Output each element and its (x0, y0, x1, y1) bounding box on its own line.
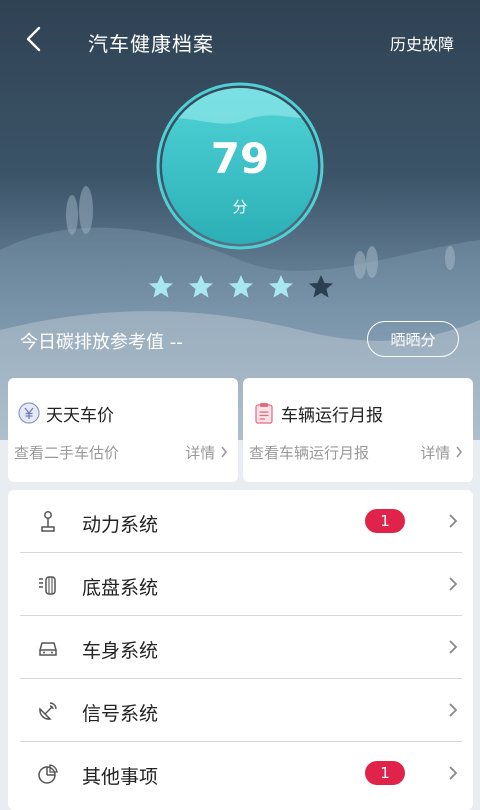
chevron-right-icon (449, 766, 458, 780)
status-bar (0, 0, 480, 14)
star-icon (309, 275, 333, 298)
clipboard-report-icon (255, 403, 273, 424)
star-icon (269, 275, 293, 298)
list-item-label: 信号系统 (82, 703, 159, 725)
chevron-right-icon (449, 640, 458, 654)
tire-icon (39, 576, 56, 595)
back-arrow-icon[interactable] (20, 24, 50, 54)
list-item-label: 其他事项 (82, 766, 159, 788)
count-badge: 1 (365, 509, 405, 533)
car-price-card[interactable]: 天天车价 查看二手车估价 详情 (8, 378, 238, 482)
star-icon (229, 275, 253, 298)
star-icon (189, 275, 213, 298)
card-title: 车辆运行月报 (281, 406, 383, 426)
card-detail-link[interactable]: 详情 (185, 442, 228, 463)
card-detail-link[interactable]: 详情 (420, 442, 463, 463)
chevron-right-icon (456, 446, 463, 458)
chevron-right-icon (449, 577, 458, 591)
systems-list: 动力系统 1 底盘系统 车身系统 信号系统 其他事项 1 (8, 490, 473, 810)
pie-chart-icon (38, 764, 58, 784)
car-body-icon (39, 642, 57, 656)
monthly-report-card[interactable]: 车辆运行月报 查看车辆运行月报 详情 (243, 378, 473, 482)
list-item-label: 车身系统 (82, 640, 159, 662)
history-faults-link[interactable]: 历史故障 (390, 31, 454, 55)
rating-stars (149, 275, 333, 298)
list-item-chassis-system[interactable]: 底盘系统 (8, 553, 473, 615)
top-bar: 汽车健康档案 历史故障 (0, 14, 480, 66)
detail-label: 详情 (185, 444, 216, 462)
card-subtitle: 查看车辆运行月报 (249, 444, 370, 462)
card-title: 天天车价 (46, 406, 114, 426)
list-item-label: 底盘系统 (82, 577, 159, 599)
carbon-emission-text: 今日碳排放参考值 -- (20, 332, 183, 353)
score-unit: 分 (232, 198, 248, 216)
list-item-power-system[interactable]: 动力系统 1 (8, 490, 473, 552)
list-item-other-items[interactable]: 其他事项 1 (8, 742, 473, 804)
gear-shift-icon (41, 511, 55, 532)
list-item-label: 动力系统 (82, 514, 159, 536)
health-score-circle: 79 分 (156, 82, 324, 250)
share-score-button[interactable]: 晒晒分 (367, 321, 459, 357)
list-item-body-system[interactable]: 车身系统 (8, 616, 473, 678)
chevron-right-icon (221, 446, 228, 458)
satellite-dish-icon (39, 702, 57, 720)
yen-coin-icon (18, 402, 40, 424)
score-value: 79 (210, 134, 270, 183)
card-subtitle: 查看二手车估价 (14, 444, 120, 462)
chevron-right-icon (449, 703, 458, 717)
count-badge: 1 (365, 761, 405, 785)
page-title: 汽车健康档案 (88, 32, 214, 56)
star-icon (149, 275, 173, 298)
detail-label: 详情 (420, 444, 451, 462)
list-item-signal-system[interactable]: 信号系统 (8, 679, 473, 741)
chevron-right-icon (449, 514, 458, 528)
